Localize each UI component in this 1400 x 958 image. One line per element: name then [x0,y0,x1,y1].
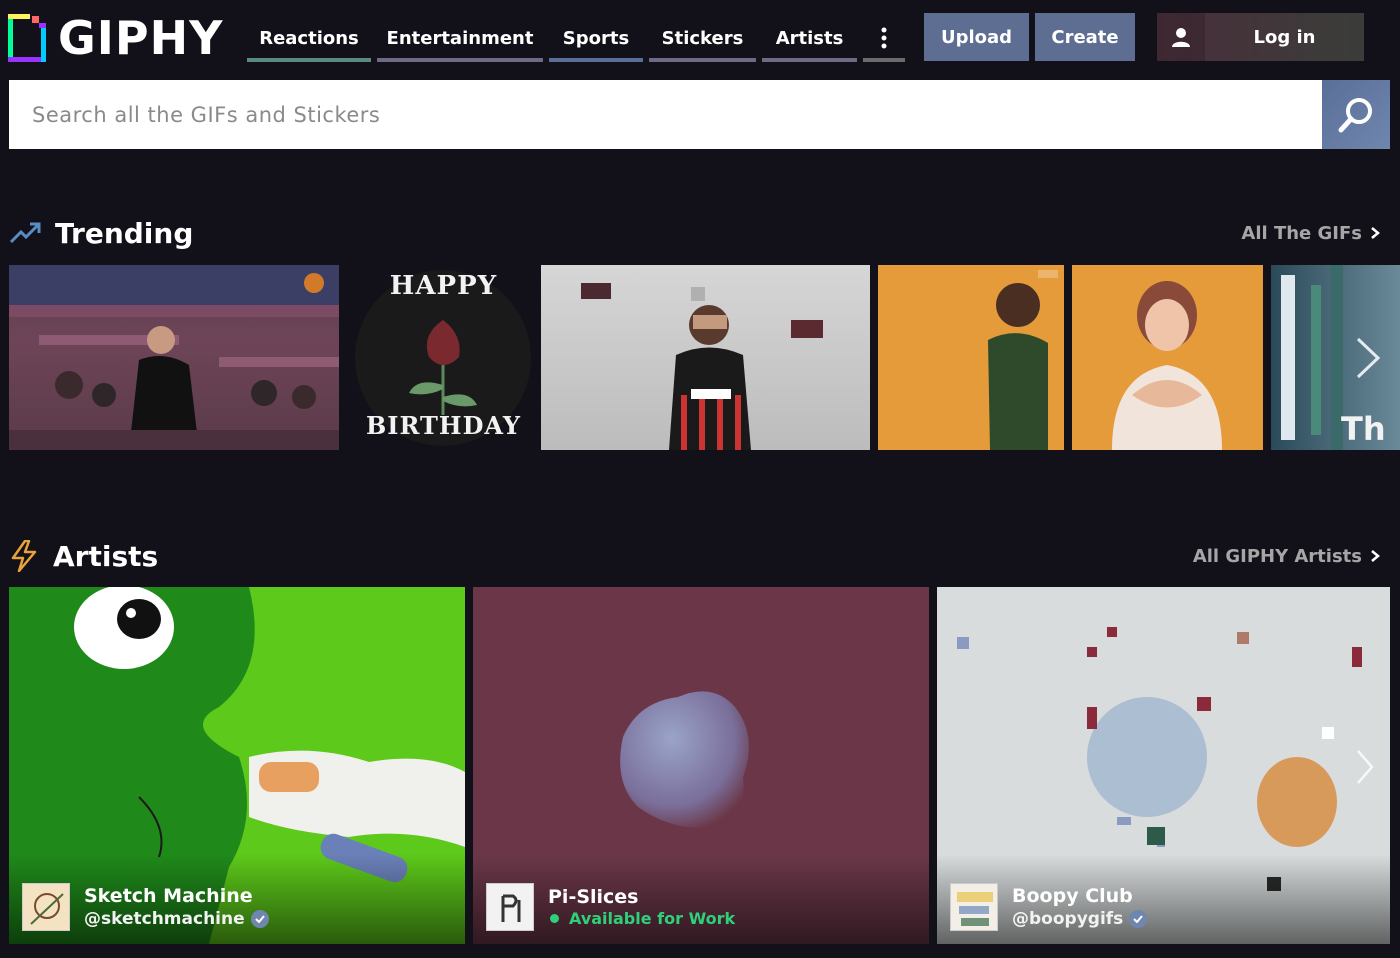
artist-meta: Boopy Club @boopygifs [950,883,1148,931]
artist-status-row: Available for Work [548,909,735,928]
search-icon [1338,97,1372,132]
search-button[interactable] [1322,80,1390,149]
artist-card[interactable]: Sketch Machine @sketchmachine [9,587,465,944]
chevron-right-icon [1371,227,1380,239]
artist-text: Sketch Machine @sketchmachine [84,885,269,930]
gif-stadium-image [9,265,339,450]
birthday-caption-top: HAPPY [389,271,498,301]
search-input[interactable] [9,80,1322,149]
artist-status: Available for Work [569,909,736,928]
user-icon [1157,13,1205,61]
all-gifs-label: All The GIFs [1241,222,1362,244]
login-button[interactable]: Log in [1157,13,1364,61]
artist-card[interactable]: Pi-Slices Available for Work [473,587,929,944]
create-button[interactable]: Create [1035,13,1135,61]
nav-more-button[interactable] [863,14,905,62]
artist-text: Boopy Club @boopygifs [1012,884,1148,930]
nav-sports[interactable]: Sports [549,14,643,62]
artist-avatar [950,883,998,931]
trending-gif[interactable] [9,265,339,450]
gif-man-orange-image [988,270,1058,450]
artist-name: Pi-Slices [548,886,639,908]
header: GIPHY Reactions Entertainment Sports Sti… [0,0,1400,70]
verified-check-icon [250,909,269,928]
trending-gif[interactable] [878,265,1064,450]
artist-avatar [22,883,70,931]
main-nav: Reactions Entertainment Sports Stickers … [247,14,905,62]
vertical-ellipsis-icon [881,27,887,49]
giphy-logo[interactable]: GIPHY [8,14,223,62]
chevron-right-icon [1357,750,1374,784]
trending-up-icon [9,222,41,244]
artists-next-button[interactable] [1354,747,1376,787]
trending-gif[interactable]: HAPPY BIRTHDAY [347,265,540,450]
giphy-logo-icon [8,14,46,62]
lightning-icon [11,540,37,572]
artist-meta: Sketch Machine @sketchmachine [22,883,269,931]
search-bar [9,80,1390,149]
trending-title: Trending [55,216,194,250]
gif-woman-heart-image [1112,281,1222,450]
artist-handle: @sketchmachine [84,908,245,929]
trending-header: Trending All The GIFs [9,213,1380,253]
artist-handle: @boopygifs [1012,908,1124,929]
nav-entertainment[interactable]: Entertainment [377,14,543,62]
artist-handle-row: @boopygifs [1012,908,1148,930]
trending-carousel: HAPPY BIRTHDAY Th [9,265,1400,450]
gif-player-image [581,283,823,450]
artist-meta: Pi-Slices Available for Work [486,883,735,931]
all-artists-label: All GIPHY Artists [1192,545,1362,567]
artist-handle-row: @sketchmachine [84,908,269,930]
artist-avatar [486,883,534,931]
trending-gif[interactable] [541,265,870,450]
artists-title: Artists [53,539,159,573]
partial-gif-caption: Th [1341,410,1386,448]
birthday-caption-bottom: BIRTHDAY [366,411,521,440]
verified-check-icon [1129,909,1148,928]
artist-name: Sketch Machine [84,884,253,907]
trending-next-button[interactable] [1352,335,1382,381]
login-label: Log in [1253,26,1316,48]
artists-header: Artists All GIPHY Artists [9,536,1380,576]
available-dot-icon [550,914,559,923]
nav-reactions[interactable]: Reactions [247,14,371,62]
artist-card[interactable]: Boopy Club @boopygifs [937,587,1390,944]
artist-text: Pi-Slices Available for Work [548,886,735,928]
all-artists-link[interactable]: All GIPHY Artists [1193,546,1380,567]
chevron-right-icon [1356,337,1381,379]
all-gifs-link[interactable]: All The GIFs [1241,223,1380,244]
giphy-wordmark: GIPHY [58,11,224,65]
nav-artists[interactable]: Artists [762,14,857,62]
nav-stickers[interactable]: Stickers [649,14,756,62]
chevron-right-icon [1371,550,1380,562]
artist-name: Boopy Club [1012,884,1133,907]
upload-button[interactable]: Upload [924,13,1029,61]
trending-gif[interactable] [1072,265,1263,450]
